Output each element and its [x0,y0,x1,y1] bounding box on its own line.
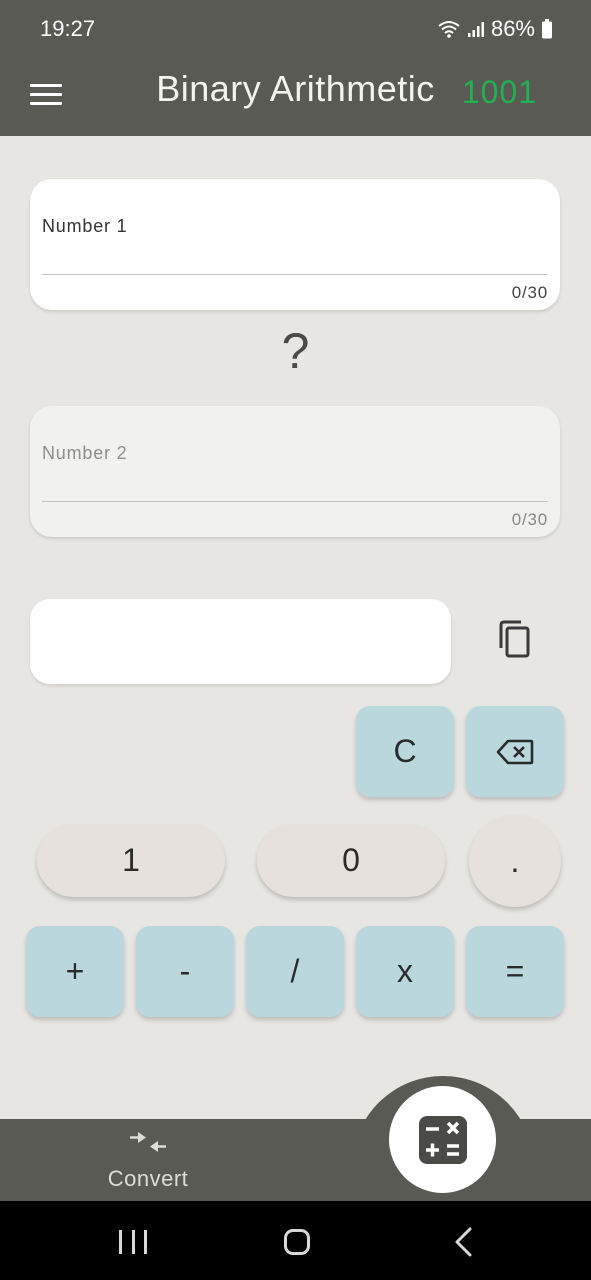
number1-field[interactable]: Number 1 0/30 [30,179,560,310]
number1-underline [42,274,548,275]
operator-display: ? [281,323,310,379]
plus-button[interactable]: + [26,926,124,1017]
wifi-icon [438,21,460,38]
convert-icon[interactable] [130,1128,166,1156]
calculator-fab[interactable] [389,1086,496,1193]
app-bar: Binary Arithmetic 1001 [0,56,591,136]
system-nav-bar [0,1201,591,1280]
home-icon[interactable] [284,1229,310,1255]
number2-underline [42,501,548,502]
clear-button[interactable]: C [356,706,454,797]
number2-label: Number 2 [42,443,128,463]
equals-button[interactable]: = [466,926,564,1017]
multiply-button[interactable]: x [356,926,454,1017]
minus-button[interactable]: - [136,926,234,1017]
battery-percentage: 86% [490,16,535,41]
signal-icon [467,22,484,37]
status-bar: 19:27 86% [0,0,591,56]
back-icon[interactable] [450,1227,476,1257]
digit-0-button[interactable]: 0 [257,824,445,897]
status-time: 19:27 [40,16,96,41]
copy-icon[interactable] [494,618,538,662]
number2-field[interactable]: Number 2 0/30 [30,406,560,537]
nav-convert-label[interactable]: Convert [78,1166,218,1192]
number1-counter: 0/30 [511,283,548,302]
number2-counter: 0/30 [511,510,548,529]
digit-1-button[interactable]: 1 [37,824,225,897]
divide-button[interactable]: / [246,926,344,1017]
backspace-icon [496,739,534,764]
binary-badge: 1001 [461,74,537,110]
backspace-button[interactable] [466,706,564,797]
battery-icon [542,19,552,39]
recent-apps-icon[interactable] [119,1230,147,1254]
decimal-point-button[interactable]: . [469,815,561,907]
number1-label: Number 1 [42,216,128,236]
status-icons: 86% [437,16,553,42]
calculator-icon [418,1115,467,1164]
result-display [30,599,451,684]
